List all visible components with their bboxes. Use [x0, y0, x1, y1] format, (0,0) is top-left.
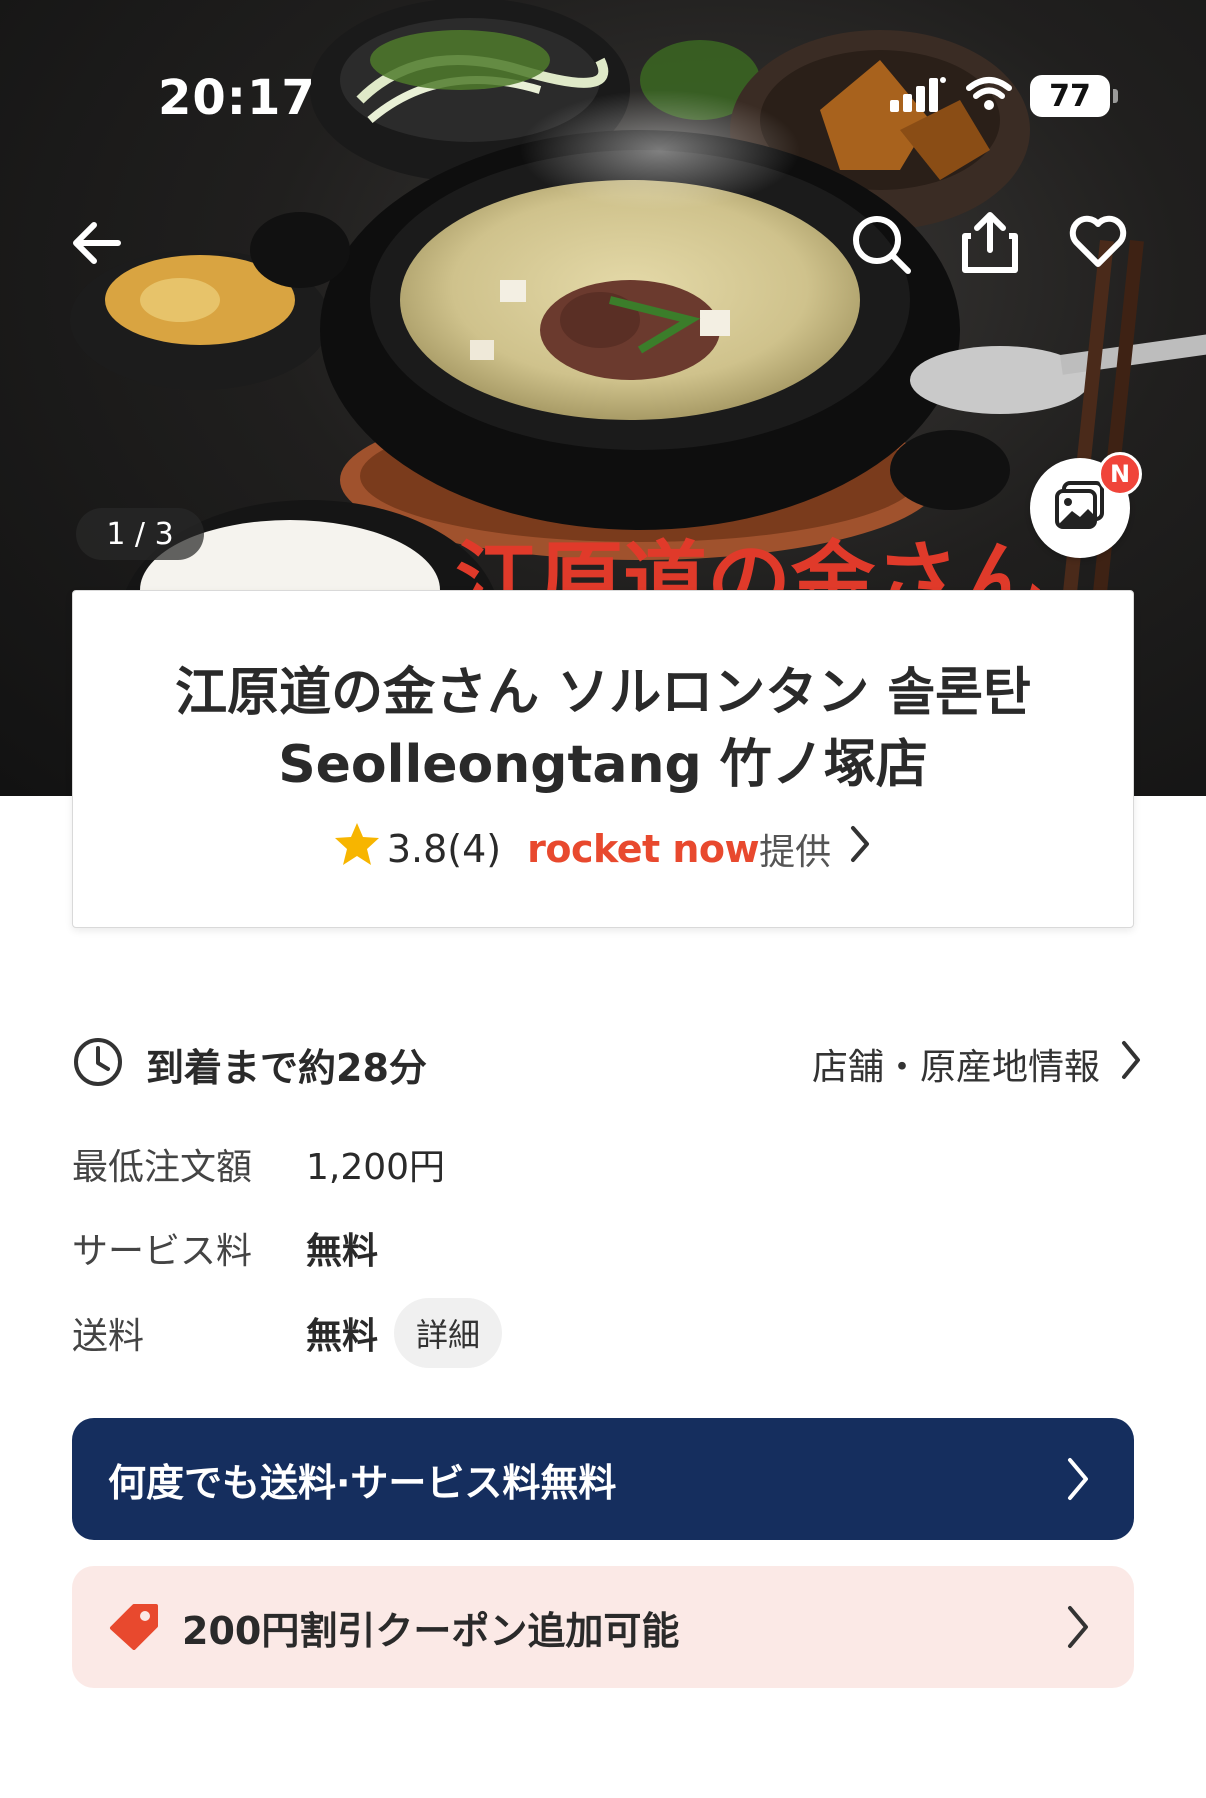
heart-icon: [1068, 214, 1128, 274]
free-shipping-banner[interactable]: 何度でも送料·サービス料無料: [72, 1418, 1134, 1540]
store-name: 江原道の金さん ソルロンタン 솔론탄 Seolleongtang 竹ノ塚店: [175, 663, 1031, 795]
clock-icon: [72, 1036, 124, 1092]
search-icon: [850, 213, 914, 281]
chevron-right-icon: [847, 824, 873, 873]
service-fee-row: サービス料 無料: [72, 1222, 378, 1274]
chevron-right-icon: [1118, 1039, 1144, 1090]
wifi-icon: [966, 76, 1012, 116]
store-title-card: 江原道の金さん ソルロンタン 솔론탄 Seolleongtang 竹ノ塚店 3.…: [72, 590, 1134, 928]
shipping-fee-row: 送料 無料 詳細: [72, 1298, 503, 1368]
min-order-value: 1,200円: [306, 1147, 446, 1188]
share-button[interactable]: [950, 204, 1030, 284]
chevron-right-icon: [1064, 1604, 1092, 1654]
share-icon: [959, 210, 1021, 278]
service-fee-value: 無料: [306, 1231, 379, 1272]
status-bar: 20:17 77: [0, 0, 1206, 140]
new-badge: N: [1098, 452, 1142, 496]
chevron-right-icon: [1064, 1456, 1092, 1506]
service-fee-label: サービス料: [72, 1231, 253, 1272]
search-button[interactable]: [842, 207, 922, 287]
coupon-banner[interactable]: 200円割引クーポン追加可能: [72, 1566, 1134, 1688]
photo-counter: 1 / 3: [76, 508, 204, 560]
gallery-icon: [1054, 481, 1106, 535]
rating-value: 3.8(4): [386, 826, 502, 871]
tag-icon: [108, 1600, 160, 1654]
provided-label: 提供: [759, 831, 832, 873]
shipping-fee-value: 無料: [306, 1316, 379, 1357]
delivery-eta: 到着まで約28分: [146, 1045, 427, 1090]
favorite-button[interactable]: [1058, 204, 1138, 284]
cellular-signal-icon: [890, 74, 948, 118]
back-arrow-icon: [68, 219, 124, 271]
shipping-detail-button[interactable]: 詳細: [394, 1298, 503, 1368]
store-info-label: 店舗・原産地情報: [811, 1047, 1100, 1088]
free-shipping-banner-text: 何度でも送料·サービス料無料: [108, 1460, 617, 1505]
back-button[interactable]: [56, 205, 136, 285]
coupon-banner-text: 200円割引クーポン追加可能: [182, 1608, 680, 1653]
shipping-fee-label: 送料: [72, 1316, 145, 1357]
status-time: 20:17: [158, 70, 316, 126]
star-icon: [333, 821, 381, 876]
status-icons: 77: [890, 74, 1118, 118]
battery-indicator: 77: [1030, 75, 1118, 117]
min-order-row: 最低注文額 1,200円: [72, 1138, 445, 1190]
min-order-label: 最低注文額: [72, 1147, 253, 1188]
brand-logo: rocket now: [527, 826, 760, 871]
delivery-eta-row: 到着まで約28分 店舗・原産地情報: [72, 1036, 1144, 1092]
rating-row[interactable]: 3.8(4) rocket now 提供: [73, 821, 1133, 876]
store-info-link[interactable]: 店舗・原産地情報: [812, 1036, 1144, 1092]
